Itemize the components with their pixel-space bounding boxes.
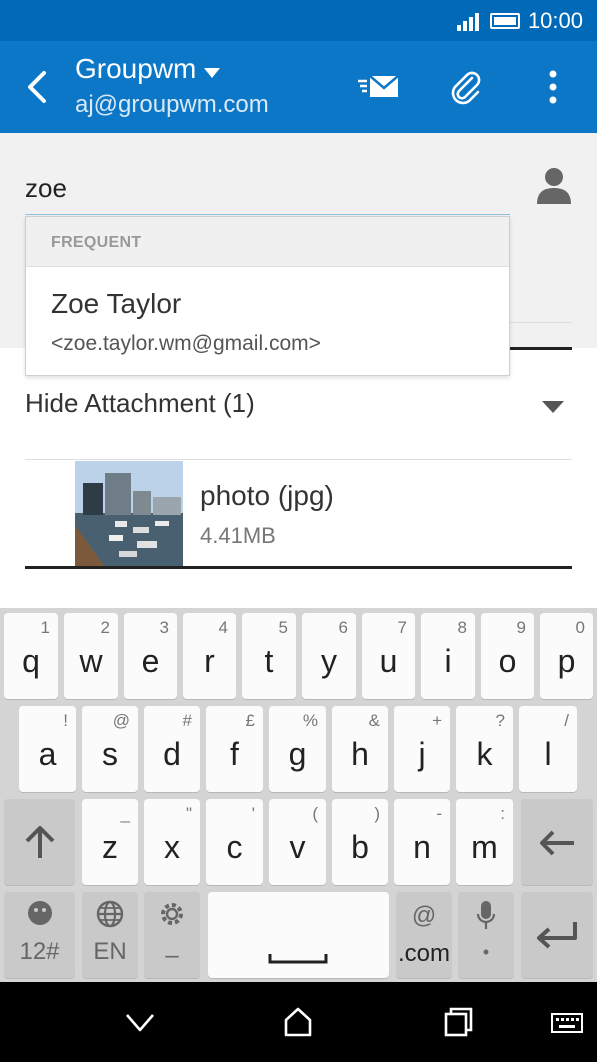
more-vert-icon: [549, 70, 557, 104]
key-g[interactable]: % g: [269, 706, 326, 792]
back-nav-icon[interactable]: [124, 1006, 156, 1038]
key-c[interactable]: ' c: [206, 799, 263, 885]
globe-icon: [96, 900, 124, 928]
chevron-down-icon[interactable]: [542, 401, 564, 413]
paperclip-icon: [451, 71, 481, 105]
attach-button[interactable]: [443, 67, 487, 107]
suggestion-email[interactable]: <zoe.taylor.wm@gmail.com>: [51, 332, 321, 356]
key-p[interactable]: 0p: [540, 613, 593, 699]
send-mail-icon: [358, 75, 399, 97]
key-h[interactable]: & h: [332, 706, 388, 792]
key-s[interactable]: @ s: [82, 706, 138, 792]
key-t[interactable]: 5t: [242, 613, 296, 699]
key-i[interactable]: 8i: [421, 613, 475, 699]
keyboard: 1q 2w 3e 4r 5t 6y 7u 8i 9o 0p ! a @ s # d £…: [0, 608, 597, 982]
recipient-suggestions: FREQUENT Zoe Taylor <zoe.taylor.wm@gmail…: [25, 216, 510, 376]
send-button[interactable]: [356, 67, 400, 107]
key-y[interactable]: 6y: [302, 613, 356, 699]
attachment-name[interactable]: photo (jpg): [200, 480, 334, 512]
space-key[interactable]: [208, 892, 389, 978]
settings-key[interactable]: –: [144, 892, 200, 978]
divider: [510, 322, 572, 323]
attachment-size: 4.41MB: [200, 523, 276, 548]
key-v[interactable]: (v: [269, 799, 326, 885]
key-j[interactable]: + j: [394, 706, 450, 792]
keyboard-icon[interactable]: [551, 1006, 583, 1038]
app-bar: Groupwm aj@groupwm.com: [0, 41, 597, 133]
home-icon[interactable]: [282, 1006, 314, 1038]
divider: [25, 566, 572, 569]
key-x[interactable]: " x: [144, 799, 200, 885]
signal-icon: [457, 13, 479, 31]
key-z[interactable]: _ z: [82, 799, 138, 885]
more-options-button[interactable]: [531, 67, 575, 107]
language-key[interactable]: EN: [82, 892, 138, 978]
microphone-icon: [476, 901, 496, 929]
key-w[interactable]: 2w: [64, 613, 118, 699]
attachment-thumbnail[interactable]: [75, 461, 183, 567]
key-d[interactable]: # d: [144, 706, 200, 792]
key-r[interactable]: 4r: [183, 613, 236, 699]
hide-attachment-toggle[interactable]: Hide Attachment (1): [25, 388, 255, 419]
shift-key[interactable]: [4, 799, 75, 885]
key-f[interactable]: £ f: [206, 706, 263, 792]
key-n[interactable]: -n: [394, 799, 450, 885]
navigation-bar: [0, 982, 597, 1062]
status-time: 10:00: [527, 8, 583, 33]
key-b[interactable]: ) b: [332, 799, 388, 885]
key-k[interactable]: ? k: [456, 706, 513, 792]
to-field[interactable]: [25, 173, 505, 204]
account-name[interactable]: Groupwm: [75, 53, 196, 85]
emoji-icon: [28, 901, 52, 925]
key-e[interactable]: 3e: [124, 613, 177, 699]
enter-key[interactable]: [521, 892, 593, 978]
suggestions-header: FREQUENT: [26, 217, 509, 267]
voice-input-key[interactable]: •: [458, 892, 514, 978]
divider: [25, 459, 572, 460]
back-arrow-icon[interactable]: [22, 67, 52, 107]
account-email: aj@groupwm.com: [75, 91, 269, 118]
backspace-key[interactable]: [521, 799, 593, 885]
battery-icon: [490, 13, 520, 29]
recent-apps-icon[interactable]: [442, 1006, 474, 1038]
enter-arrow-icon: [537, 922, 577, 949]
key-l[interactable]: / l: [519, 706, 577, 792]
space-bar-icon: [268, 954, 328, 964]
key-m[interactable]: :m: [456, 799, 513, 885]
key-q[interactable]: 1q: [4, 613, 58, 699]
key-u[interactable]: 7u: [362, 613, 415, 699]
status-bar: 10:00: [0, 0, 597, 41]
gear-icon: [161, 903, 183, 925]
person-icon[interactable]: [536, 166, 572, 206]
symbols-key[interactable]: 12#: [4, 892, 75, 978]
key-o[interactable]: 9o: [481, 613, 534, 699]
shift-arrow-icon: [25, 826, 55, 858]
key-a[interactable]: ! a: [19, 706, 76, 792]
account-dropdown-icon[interactable]: [204, 68, 220, 78]
suggestion-name[interactable]: Zoe Taylor: [51, 288, 181, 320]
divider: [510, 347, 572, 350]
dotcom-key[interactable]: @ .com: [396, 892, 452, 978]
backspace-arrow-icon: [540, 830, 574, 856]
